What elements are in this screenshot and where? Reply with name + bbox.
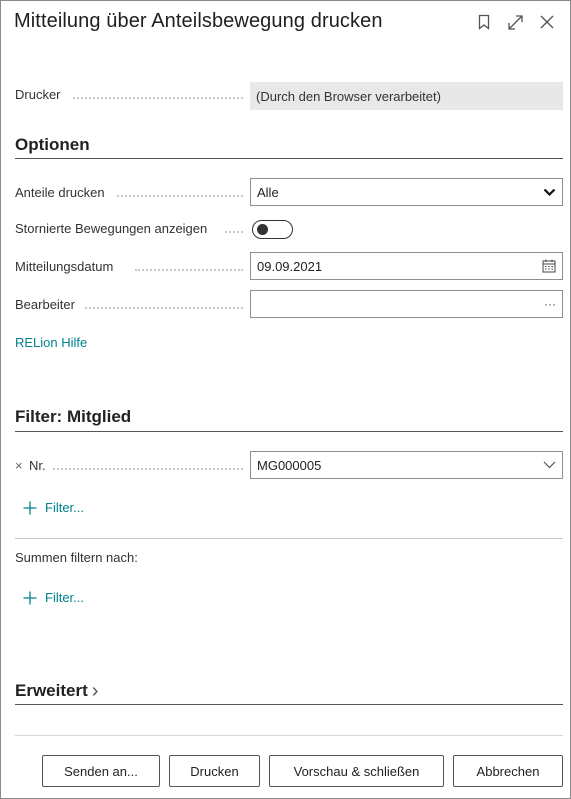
bookmark-icon[interactable] <box>474 11 494 33</box>
drucken-button[interactable]: Drucken <box>169 755 260 787</box>
anteile-drucken-value: Alle <box>257 184 279 200</box>
anteile-drucken-select[interactable]: Alle <box>250 178 563 206</box>
senden-an-button[interactable]: Senden an... <box>42 755 160 787</box>
bearbeiter-label: Bearbeiter <box>15 297 75 312</box>
drucker-leader-dots <box>73 97 243 99</box>
add-filter-mitglied[interactable]: Filter... <box>23 500 84 515</box>
close-icon[interactable] <box>537 11 557 33</box>
lookup-ellipsis-icon[interactable]: ··· <box>544 291 556 317</box>
nr-leader-dots <box>53 468 243 470</box>
storniert-leader-dots <box>225 231 243 233</box>
add-filter-label: Filter... <box>45 500 85 515</box>
vorschau-schliessen-button[interactable]: Vorschau & schließen <box>269 755 444 787</box>
erweitert-divider <box>15 704 563 705</box>
bearbeiter-leader-dots <box>85 307 243 309</box>
nr-label: Nr. <box>29 458 46 473</box>
abbrechen-button[interactable]: Abbrechen <box>453 755 563 787</box>
optionen-section-title: Optionen <box>15 135 90 154</box>
chevron-down-icon <box>543 179 556 205</box>
nr-filter-value: MG000005 <box>257 457 322 473</box>
stornierte-bewegungen-label: Stornierte Bewegungen anzeigen <box>15 221 208 236</box>
footer-divider <box>15 735 563 736</box>
plus-icon <box>23 501 37 514</box>
mitteilungsdatum-value: 09.09.2021 <box>257 258 323 274</box>
add-filter-label: Filter... <box>45 590 85 605</box>
stornierte-bewegungen-toggle[interactable] <box>252 220 293 239</box>
nr-filter-input[interactable]: MG000005 <box>250 451 563 479</box>
drucker-value[interactable]: (Durch den Browser verarbeitet) <box>250 82 563 110</box>
relion-hilfe-link[interactable]: RELion Hilfe <box>15 335 87 350</box>
mitteilungsdatum-leader-dots <box>135 269 243 271</box>
anteile-leader-dots <box>117 195 243 197</box>
drucker-label: Drucker <box>15 87 61 102</box>
expand-icon[interactable] <box>505 11 525 33</box>
remove-filter-icon[interactable]: × <box>15 458 23 473</box>
dialog-title: Mitteilung über Anteilsbewegung drucken <box>14 10 383 32</box>
mitteilungsdatum-label: Mitteilungsdatum <box>15 259 114 274</box>
optionen-divider <box>15 158 563 159</box>
calendar-icon[interactable] <box>542 253 556 279</box>
chevron-right-icon: › <box>91 680 99 702</box>
add-filter-summen[interactable]: Filter... <box>23 590 84 605</box>
plus-icon <box>23 591 37 604</box>
summen-filtern-label: Summen filtern nach: <box>15 550 138 565</box>
erweitert-section-toggle[interactable]: Erweitert › <box>15 681 98 701</box>
filter-mitglied-section-title: Filter: Mitglied <box>15 407 132 426</box>
report-request-dialog: Mitteilung über Anteilsbewegung drucken … <box>0 0 571 799</box>
summen-divider <box>15 538 563 539</box>
bearbeiter-input[interactable]: ··· <box>250 290 563 318</box>
erweitert-title: Erweitert <box>15 681 88 700</box>
filter-mitglied-divider <box>15 431 563 432</box>
toggle-knob <box>257 224 268 235</box>
mitteilungsdatum-input[interactable]: 09.09.2021 <box>250 252 563 280</box>
chevron-down-icon[interactable] <box>543 452 556 478</box>
anteile-drucken-label: Anteile drucken <box>15 185 105 200</box>
